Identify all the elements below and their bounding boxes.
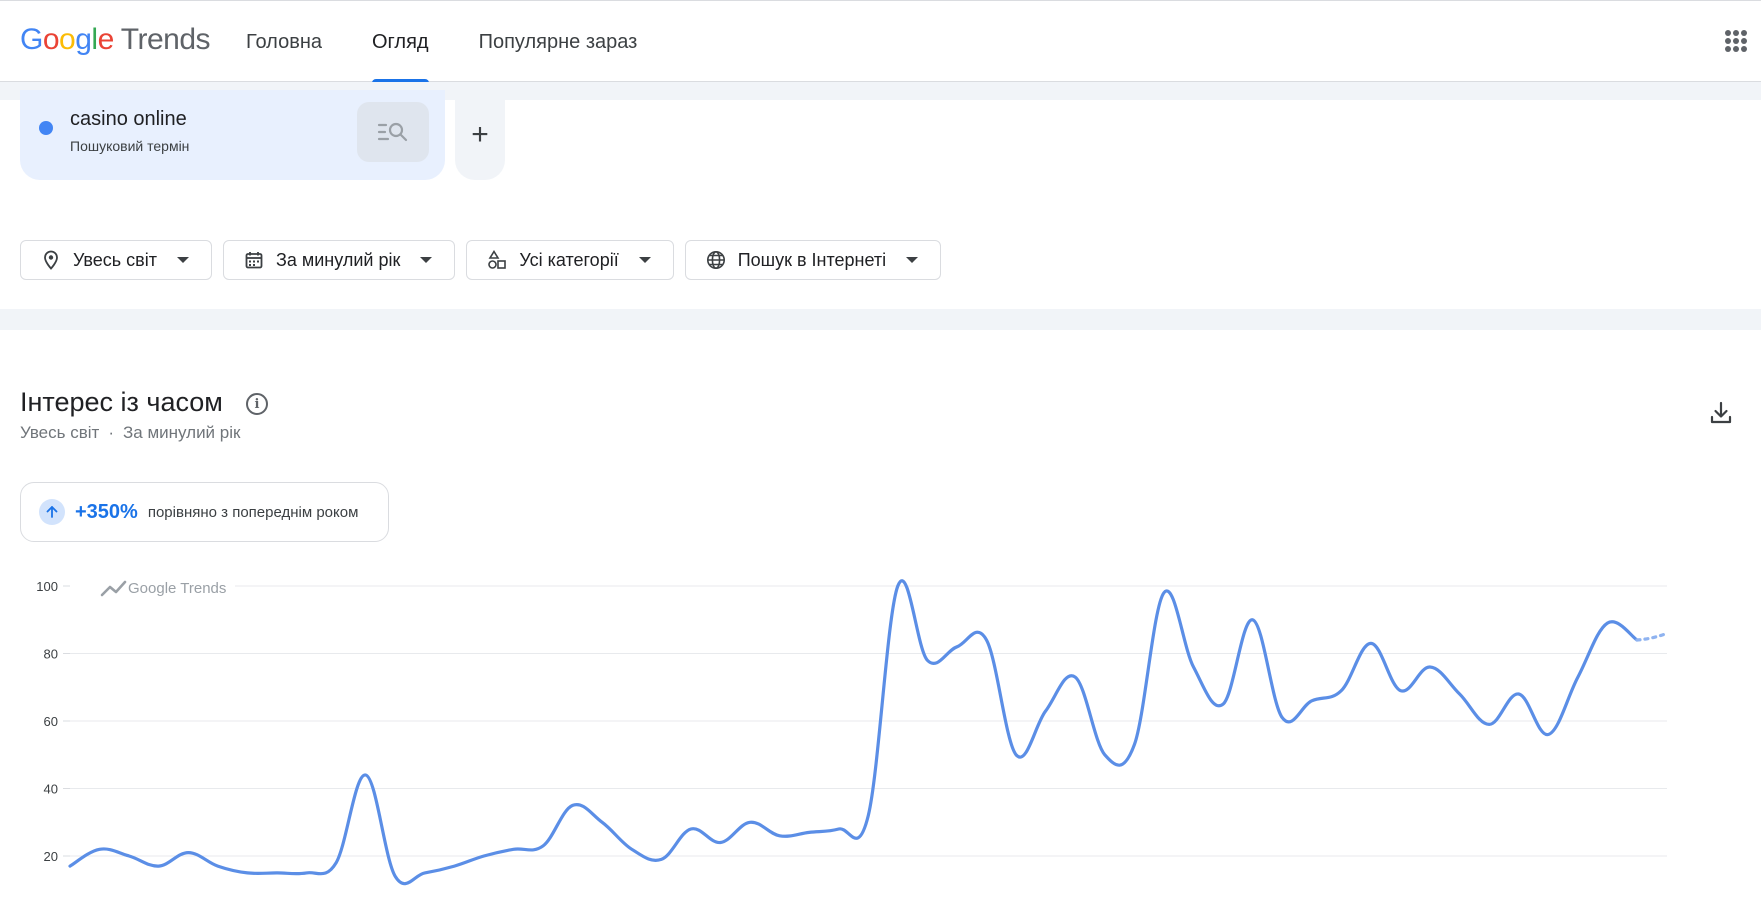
download-icon[interactable]: [1708, 400, 1734, 426]
tab-explore[interactable]: Огляд: [356, 1, 445, 83]
chevron-down-icon: [638, 257, 651, 263]
location-filter[interactable]: Увесь світ: [20, 240, 212, 280]
category-filter[interactable]: Усі категорії: [466, 240, 674, 280]
section-divider: [0, 309, 1761, 330]
chevron-down-icon: [906, 257, 919, 263]
tab-trending-now[interactable]: Популярне зараз: [463, 1, 654, 83]
section-subtitle: Увесь світ · За минулий рік: [20, 423, 240, 443]
series-line-casino-online[interactable]: [68, 579, 1639, 886]
search-type-filter[interactable]: Пошук в Інтернеті: [684, 240, 942, 280]
logo-product: Trends: [120, 23, 211, 56]
tab-home[interactable]: Головна: [230, 1, 338, 83]
chevron-down-icon: [420, 257, 433, 263]
location-pin-icon: [41, 250, 61, 270]
search-type-filter-label: Пошук в Інтернеті: [737, 249, 887, 270]
term-name[interactable]: casino online: [70, 108, 187, 131]
category-filter-label: Усі категорії: [519, 249, 619, 270]
logo-letter: e: [97, 23, 115, 56]
add-comparison-button[interactable]: +: [455, 90, 505, 180]
term-color-dot: [39, 121, 53, 135]
subtitle-location: Увесь світ: [20, 423, 100, 442]
trend-arrow-icon: [100, 580, 127, 597]
globe-icon: [706, 250, 726, 270]
filter-bar: Увесь світ За минулий рік Усі категорії …: [20, 240, 952, 280]
change-description: порівняно з попереднім роком: [147, 503, 359, 521]
interest-over-time-chart: 100 80 60 40 20 Google Trends: [36, 579, 1669, 886]
change-percent: +350%: [75, 500, 138, 523]
google-trends-logo[interactable]: Go o g l e Trends: [20, 23, 211, 63]
location-filter-label: Увесь світ: [73, 249, 157, 270]
top-app-bar: Go o g l e Trends Головна Огляд Популярне зар…: [0, 0, 1761, 83]
subtitle-time: За минулий рік: [123, 423, 241, 442]
y-tick-label: 40: [44, 782, 58, 797]
term-type: Пошуковий термін: [70, 138, 190, 154]
time-filter[interactable]: За минулий рік: [222, 240, 456, 280]
info-icon[interactable]: i: [246, 393, 268, 415]
y-tick-label: 60: [44, 714, 58, 729]
yoy-change-chip: +350% порівняно з попереднім роком: [20, 482, 389, 542]
y-tick-label: 100: [36, 579, 58, 594]
calendar-icon: [244, 250, 264, 270]
main-nav: Головна Огляд Популярне зараз: [230, 1, 671, 83]
subtitle-separator: ·: [108, 423, 114, 442]
time-filter-label: За минулий рік: [275, 249, 401, 270]
logo-letter: g: [75, 23, 92, 56]
series-partial-segment: [1635, 631, 1669, 642]
search-term-card[interactable]: casino online Пошуковий термін: [20, 90, 445, 180]
apps-grid-icon[interactable]: [1725, 30, 1747, 52]
arrow-up-icon: [39, 499, 65, 525]
chevron-down-icon: [176, 257, 189, 263]
category-shapes-icon: [487, 250, 507, 270]
logo-letter: o: [42, 23, 60, 56]
watermark-text: Google Trends: [128, 580, 226, 597]
search-list-icon[interactable]: [357, 102, 429, 162]
logo-letter: o: [59, 23, 76, 56]
section-title: Інтерес із часом: [20, 387, 223, 417]
y-tick-label: 80: [44, 647, 58, 662]
logo-letter: G: [20, 23, 43, 56]
y-tick-label: 20: [44, 849, 58, 864]
watermark: Google Trends: [100, 580, 226, 597]
